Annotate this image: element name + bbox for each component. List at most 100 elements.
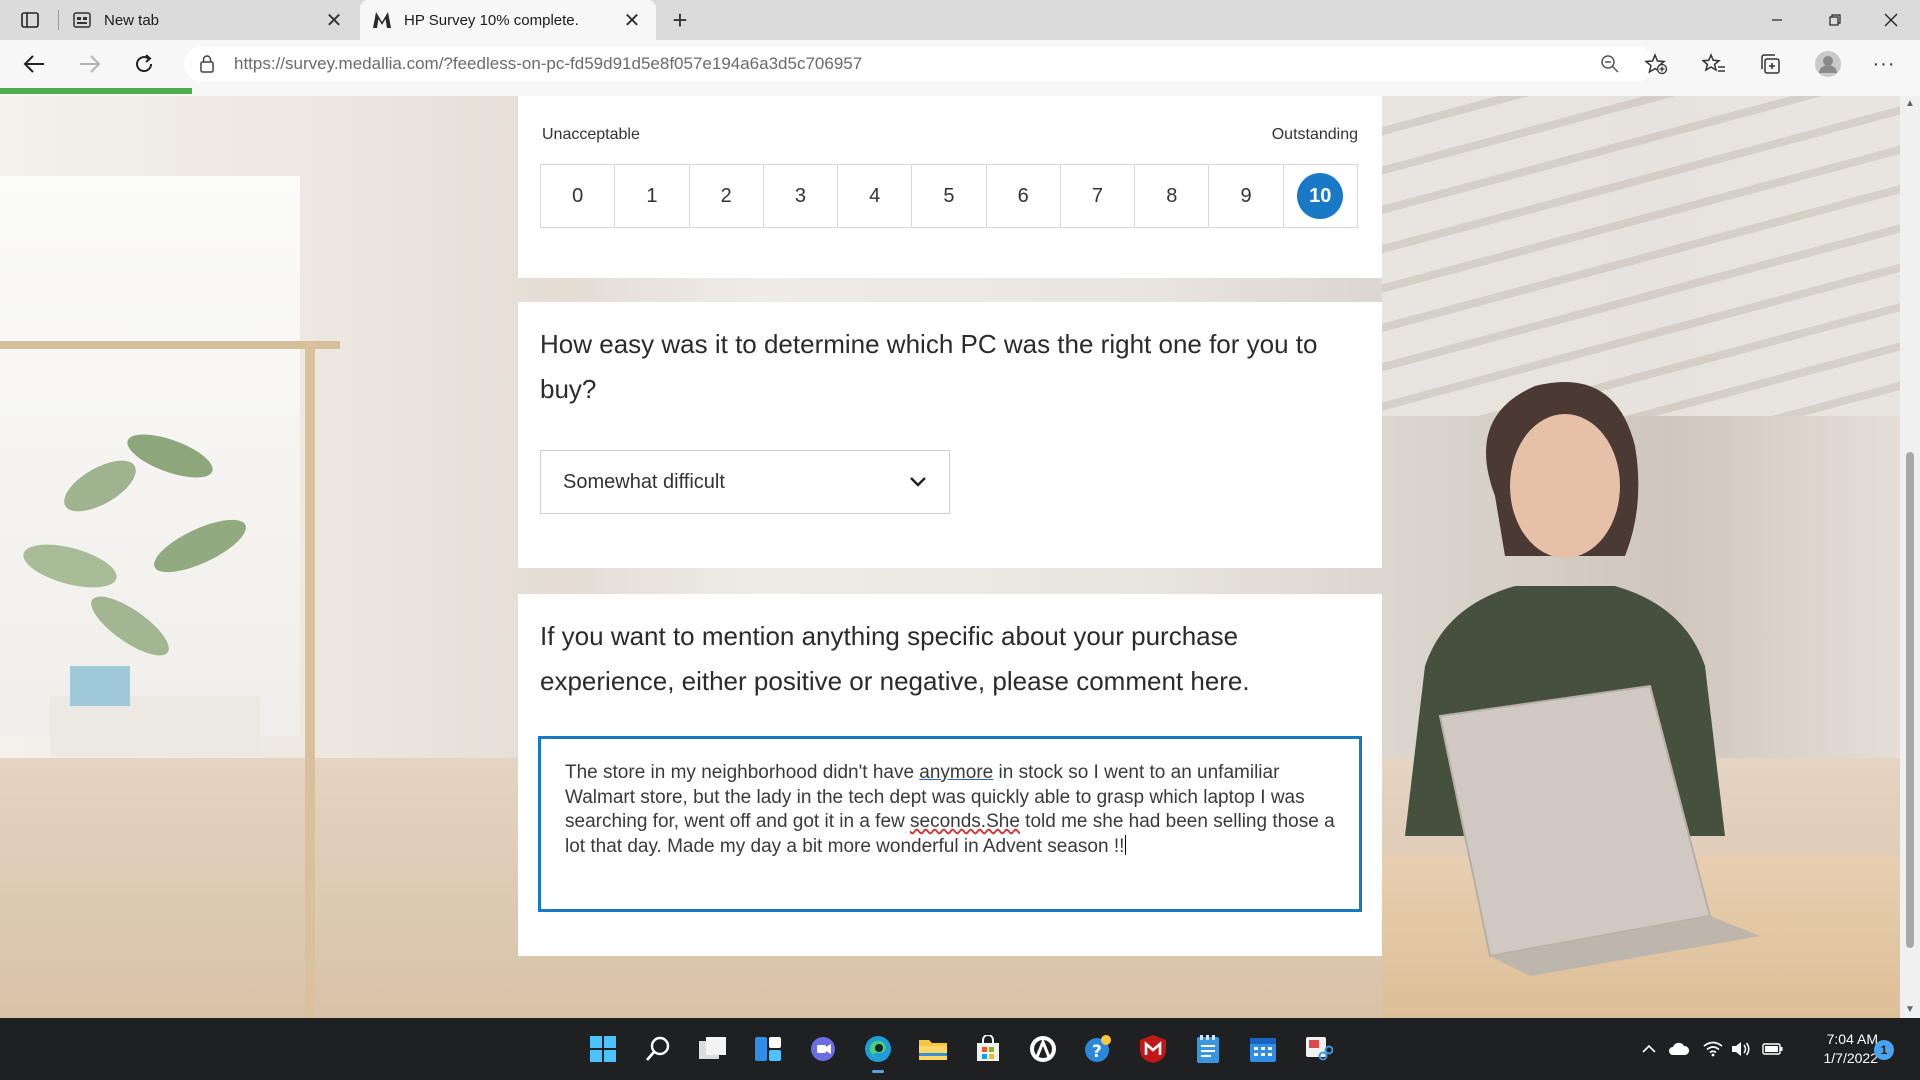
rating-option-10[interactable]: 10: [1284, 165, 1357, 227]
new-tab-page-icon: [72, 10, 92, 30]
close-window-button[interactable]: [1862, 0, 1920, 40]
notepad-icon[interactable]: [1188, 1029, 1228, 1069]
back-button[interactable]: [16, 46, 52, 82]
ease-question-card: How easy was it to determine which PC wa…: [518, 302, 1382, 568]
file-explorer-icon[interactable]: [913, 1029, 953, 1069]
rating-option-5[interactable]: 5: [912, 165, 987, 227]
system-clock[interactable]: 7:04 AM 1/7/2022: [1788, 1030, 1879, 1068]
volume-icon[interactable]: [1730, 1038, 1752, 1060]
comment-text: The store in my neighborhood didn't have: [565, 762, 920, 783]
favorites-list-icon: [1702, 53, 1725, 72]
spellcheck-word[interactable]: seconds.She: [910, 811, 1020, 832]
help-icon[interactable]: ?: [1078, 1029, 1118, 1069]
avatar-icon: [1815, 51, 1841, 77]
restore-icon: [1829, 14, 1841, 26]
comment-textarea[interactable]: The store in my neighborhood didn't have…: [538, 736, 1362, 912]
text-caret: [1125, 834, 1127, 855]
rating-option-label: 7: [1091, 184, 1104, 207]
calendar-icon[interactable]: [1243, 1029, 1283, 1069]
tab-new-tab[interactable]: New tab ✕: [60, 0, 358, 40]
background-shelf-post: [305, 341, 315, 1018]
lock-icon[interactable]: [198, 54, 218, 74]
rating-option-label: 0: [572, 184, 584, 207]
tab-hp-survey[interactable]: HP Survey 10% complete. ✕: [360, 0, 656, 40]
page-viewport: Unacceptable Outstanding 0 1 2 3 4 5 6 7 8 9 10 Ho…: [0, 96, 1900, 1018]
tab-separator: [58, 10, 59, 30]
notification-badge[interactable]: 1: [1874, 1040, 1894, 1060]
zoom-out-icon[interactable]: [1600, 54, 1620, 74]
rating-option-label: 5: [943, 184, 955, 207]
rating-option-9[interactable]: 9: [1209, 165, 1284, 227]
edge-icon[interactable]: [858, 1029, 898, 1073]
forward-button[interactable]: [72, 46, 108, 82]
svg-text:?: ?: [1092, 1042, 1102, 1062]
show-hidden-icons-icon[interactable]: [1638, 1038, 1660, 1060]
snipping-tool-icon[interactable]: [1298, 1029, 1338, 1069]
collections-button[interactable]: [1750, 46, 1790, 82]
rating-option-label: 2: [720, 184, 732, 207]
question-text: If you want to mention anything specific…: [540, 621, 1250, 696]
forward-arrow-icon: [80, 55, 101, 73]
search-icon[interactable]: [638, 1029, 678, 1069]
minimize-button[interactable]: [1748, 0, 1806, 40]
scale-high-label: Outstanding: [1271, 126, 1358, 143]
scroll-down-arrow-icon[interactable]: ▼: [1904, 1004, 1916, 1016]
close-tab-icon[interactable]: ✕: [620, 8, 644, 32]
spellcheck-word[interactable]: anymore: [919, 762, 993, 783]
rating-question-card: Unacceptable Outstanding 0 1 2 3 4 5 6 7 8 9 10: [518, 96, 1382, 278]
wifi-icon[interactable]: [1702, 1038, 1724, 1060]
page-load-progress-fill: [0, 88, 192, 94]
url-text[interactable]: https://survey.medallia.com/?feedless-on…: [234, 54, 862, 74]
rating-option-1[interactable]: 1: [615, 165, 690, 227]
clock-time: 7:04 AM: [1826, 1031, 1878, 1047]
rating-option-3[interactable]: 3: [764, 165, 839, 227]
app-icon[interactable]: [1023, 1029, 1063, 1069]
rating-option-2[interactable]: 2: [690, 165, 764, 227]
rating-option-0[interactable]: 0: [541, 165, 616, 227]
windows-start-icon[interactable]: [583, 1029, 623, 1069]
rating-option-8[interactable]: 8: [1135, 165, 1210, 227]
background-laptop: [1438, 684, 1760, 976]
rating-option-label: 6: [1017, 184, 1029, 207]
tab-title: New tab: [104, 11, 160, 29]
mcafee-icon[interactable]: [1133, 1029, 1173, 1069]
more-dots-icon: ···: [1872, 52, 1896, 75]
teams-chat-icon[interactable]: [803, 1029, 843, 1069]
background-plant: [23, 434, 260, 756]
favorites-button[interactable]: [1694, 46, 1734, 82]
rating-option-label: 8: [1166, 184, 1178, 207]
new-tab-button[interactable]: +: [664, 4, 696, 35]
question-text: How easy was it to determine which PC wa…: [540, 329, 1318, 404]
battery-icon[interactable]: [1762, 1038, 1784, 1060]
refresh-icon: [136, 54, 153, 73]
restore-button[interactable]: [1806, 0, 1864, 40]
tab-strip: New tab ✕ HP Survey 10% complete. ✕ +: [0, 0, 1920, 40]
address-toolbar: https://survey.medallia.com/?feedless-on…: [0, 40, 1920, 88]
rating-scale: 0 1 2 3 4 5 6 7 8 9 10: [540, 164, 1358, 228]
ease-dropdown[interactable]: Somewhat difficult: [540, 450, 950, 514]
vertical-scrollbar[interactable]: ▲ ▼: [1900, 96, 1920, 1018]
add-favorite-button[interactable]: [1636, 46, 1676, 82]
widgets-icon[interactable]: [748, 1029, 788, 1069]
back-arrow-icon: [23, 55, 44, 73]
close-tab-icon[interactable]: ✕: [322, 8, 346, 32]
task-view-icon[interactable]: [693, 1029, 733, 1069]
scrollbar-thumb[interactable]: [1906, 452, 1914, 948]
rating-option-4[interactable]: 4: [838, 165, 913, 227]
scroll-up-arrow-icon[interactable]: ▲: [1904, 98, 1916, 110]
plus-icon: +: [672, 4, 688, 35]
profile-button[interactable]: [1808, 46, 1848, 82]
refresh-button[interactable]: [126, 46, 162, 82]
address-bar[interactable]: https://survey.medallia.com/?feedless-on…: [184, 46, 1654, 82]
settings-more-button[interactable]: ···: [1864, 46, 1904, 82]
rating-option-7[interactable]: 7: [1061, 165, 1136, 227]
tab-actions-button[interactable]: [10, 6, 50, 34]
minimize-icon: [1772, 19, 1782, 21]
rating-option-label: 9: [1240, 184, 1252, 207]
collections-icon: [1761, 54, 1780, 74]
onedrive-cloud-icon[interactable]: [1668, 1038, 1690, 1060]
microsoft-store-icon[interactable]: [968, 1029, 1008, 1069]
rating-option-6[interactable]: 6: [987, 165, 1061, 227]
rating-option-label: 4: [869, 184, 881, 207]
close-icon: [1884, 13, 1898, 27]
